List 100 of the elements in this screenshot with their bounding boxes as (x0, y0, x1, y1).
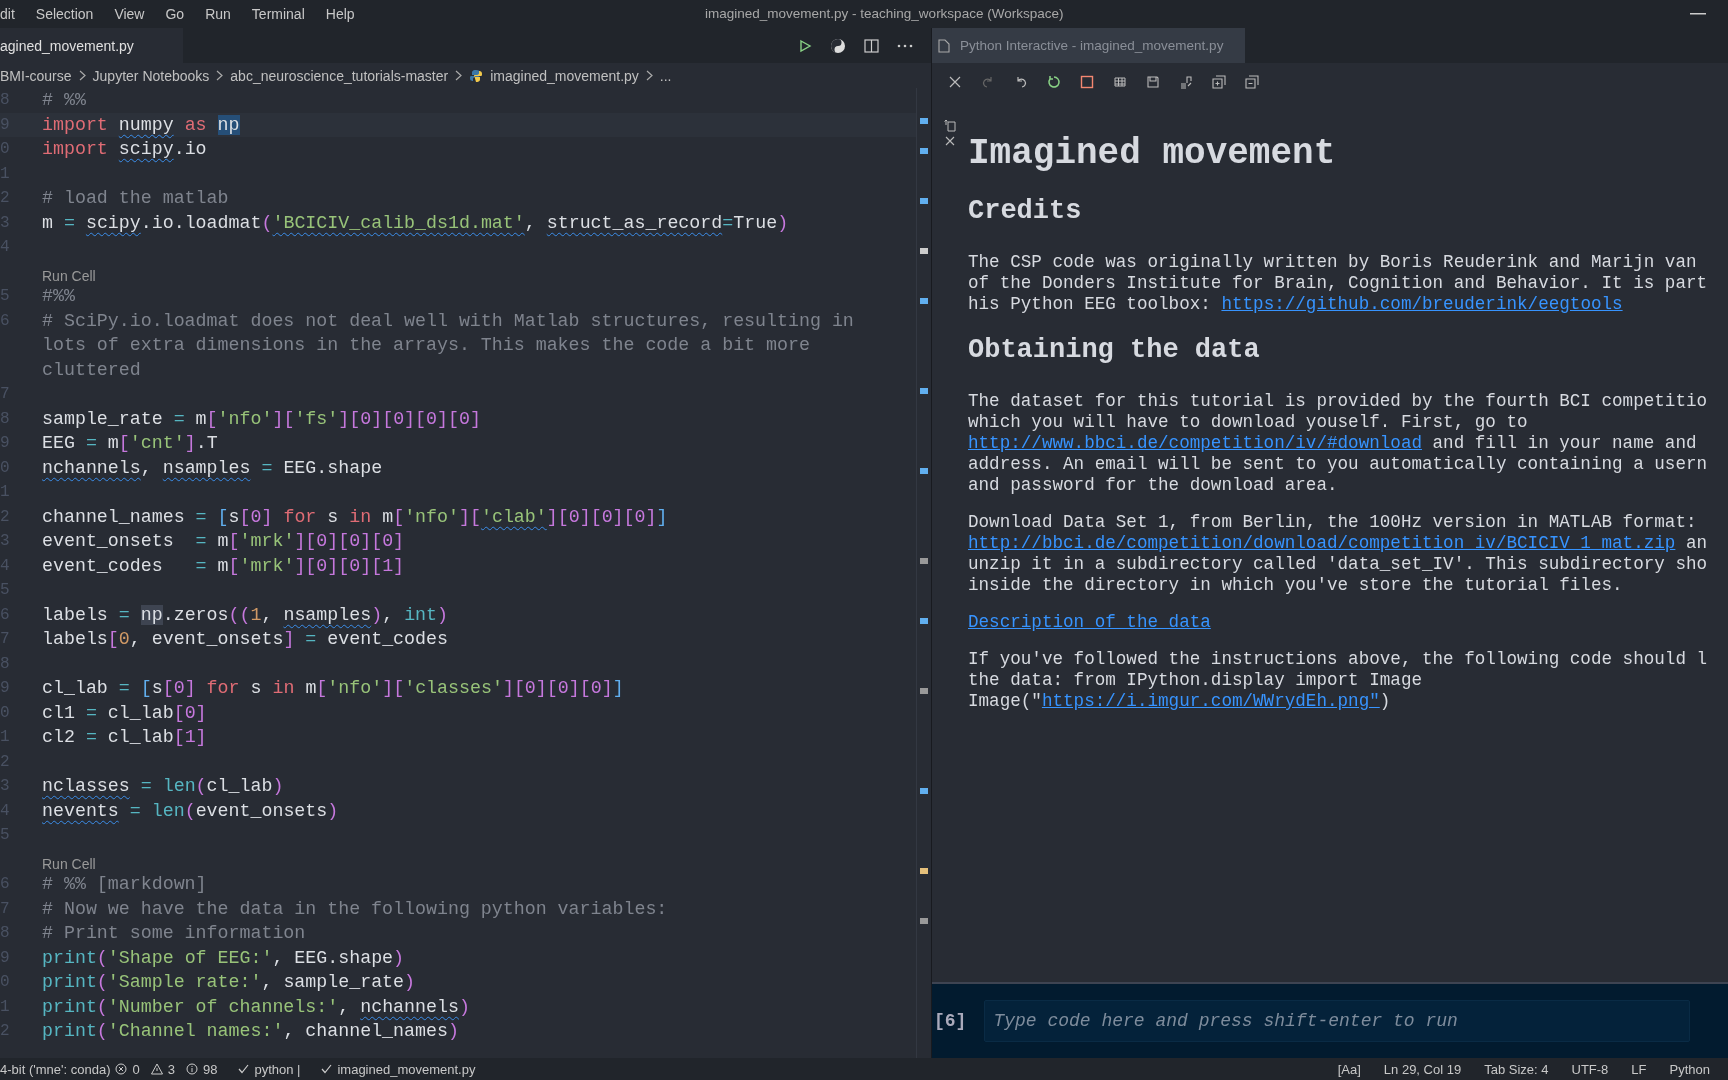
code-line: # Print some information (42, 923, 306, 944)
more-icon[interactable] (897, 43, 913, 48)
code-line: # %% [markdown] (42, 874, 207, 895)
markdown-paragraph: The dataset for this tutorial is provided by the fourth BCI competitio which you will have to download youself. First, go to http://www.bbci.de/competition/iv/#download and fill in your name and address. An email will be sent to you automatically containing a usern and password for the download area. (968, 391, 1709, 496)
code-line: channel_names = [s[0] for s in m['nfo']['clab'][0][0][0]] (42, 506, 668, 527)
run-icon[interactable] (798, 38, 812, 53)
check-icon (238, 1064, 250, 1074)
status-item[interactable]: Python (1669, 1061, 1710, 1077)
code-line: lots of extra dimensions in the arrays. This makes the code a bit more (42, 335, 810, 356)
run-cell-link[interactable]: Run Cell (42, 856, 96, 872)
breadcrumb-item[interactable]: ... (659, 67, 672, 84)
code-line: print('Channel names:', channel_names) (42, 1021, 459, 1042)
chevron-icon (216, 70, 224, 81)
expand-all-icon[interactable] (1212, 75, 1226, 89)
split-editor-icon[interactable] (864, 38, 879, 53)
yin-yang-icon[interactable] (830, 37, 846, 54)
markdown-paragraph: If you've followed the instructions above, the following code should l the data: from IPython.display import Image Image("https://i.imgur.com/WWrydEh.png") (968, 649, 1709, 712)
code-line: import numpy as np (42, 114, 240, 135)
link[interactable]: http://bbci.de/competition/download/competition_iv/BCICIV_1_mat.zip (968, 533, 1676, 553)
markdown-paragraph: The CSP code was originally written by Boris Reuderink and Marijn van of the Donders Institute for Brain, Cognition and Behavior. It is part his Python EEG toolbox: https://github.com/breuderink/eegtools (968, 252, 1709, 315)
code-line: nevents = len(event_onsets) (42, 800, 339, 821)
run-cell-link[interactable]: Run Cell (42, 268, 96, 284)
restart-icon[interactable] (1047, 75, 1061, 89)
markdown-subheading: Credits (968, 196, 1083, 226)
delete-cell-icon[interactable] (945, 136, 955, 146)
code-line: # load the matlab (42, 188, 229, 209)
editor-tab[interactable]: agined_movement.py (0, 28, 183, 63)
interpreter-label[interactable]: 4-bit ('mne': conda) (0, 1061, 111, 1077)
save-icon[interactable] (1146, 75, 1160, 89)
menu-item[interactable]: Go (165, 6, 185, 22)
markdown-subheading: Obtaining the data (968, 335, 1261, 365)
minimize-icon[interactable] (1690, 13, 1706, 15)
menu-item[interactable]: Help (325, 6, 355, 22)
code-line: # SciPy.io.loadmat does not deal well with Matlab structures, resulting in (42, 310, 854, 331)
status-item[interactable]: Ln 29, Col 19 (1383, 1061, 1462, 1077)
code-line: labels = np.zeros((1, nsamples), int) (42, 604, 449, 625)
linter-status[interactable]: imagined_movement.py (337, 1061, 476, 1077)
chevron-icon (645, 70, 653, 81)
info-icon[interactable] (185, 1063, 198, 1075)
code-line: print('Shape of EEG:', EEG.shape) (42, 947, 405, 968)
warning-icon[interactable] (150, 1063, 163, 1075)
code-line: m = scipy.io.loadmat('BCICIV_calib_ds1d.mat', struct_as_record=True) (42, 212, 789, 233)
close-icon[interactable] (948, 75, 962, 89)
chevron-icon (455, 70, 463, 81)
menu-item[interactable]: Selection (35, 6, 94, 22)
breadcrumb-item[interactable]: abc_neuroscience_tutorials-master (230, 67, 449, 84)
file-icon (938, 38, 950, 53)
menu-item[interactable]: dit (0, 6, 15, 22)
code-line: cl2 = cl_lab[1] (42, 727, 207, 748)
status-item[interactable]: LF (1631, 1061, 1647, 1077)
code-line: nchannels, nsamples = EEG.shape (42, 457, 383, 478)
undo-icon[interactable] (1014, 75, 1028, 89)
cell-prompt: [6] (934, 1011, 967, 1031)
code-line: cl1 = cl_lab[0] (42, 702, 207, 723)
code-line: labels[0, event_onsets] = event_codes (42, 629, 448, 650)
markdown-heading: Imagined movement (968, 133, 1337, 174)
breadcrumb-item[interactable]: imagined_movement.py (490, 67, 639, 84)
python-icon (469, 68, 484, 83)
breadcrumb-item[interactable]: Jupyter Notebooks (92, 67, 210, 84)
code-line: event_codes = m['mrk'][0][0][1] (42, 555, 405, 576)
interactive-tab[interactable]: Python Interactive - imagined_movement.py (932, 28, 1246, 63)
code-line: #%% (42, 286, 75, 307)
code-line: print('Sample rate:', sample_rate) (42, 972, 416, 993)
link[interactable]: https://github.com/breuderink/eegtools (1221, 294, 1623, 314)
stop-icon[interactable] (1080, 75, 1094, 89)
info-count[interactable]: 98 (202, 1061, 218, 1077)
linter-status[interactable]: python | (254, 1061, 301, 1077)
link[interactable]: https://i.imgur.com/WWrydEh.png" (1041, 691, 1380, 711)
error-icon[interactable] (115, 1063, 128, 1075)
status-item[interactable]: [Aa] (1337, 1061, 1361, 1077)
collapse-all-icon[interactable] (1245, 75, 1259, 89)
code-line: # Now we have the data in the following python variables: (42, 898, 668, 919)
link[interactable]: http://www.bbci.de/competition/iv/#download (968, 433, 1422, 453)
code-line: # %% (42, 90, 86, 111)
code-line: print('Number of channels:', nchannels) (42, 996, 470, 1017)
code-line: event_onsets = m['mrk'][0][0][0] (42, 531, 405, 552)
warning-count[interactable]: 3 (167, 1061, 175, 1077)
chevron-icon (78, 70, 86, 81)
goto-cell-icon[interactable] (943, 119, 957, 132)
export-icon[interactable] (1179, 75, 1193, 89)
table-icon[interactable] (1113, 75, 1127, 89)
code-line: EEG = m['cnt'].T (42, 433, 218, 454)
code-line: cl_lab = [s[0] for s in m['nfo']['classes'][0][0][0]] (42, 678, 624, 699)
menu-item[interactable]: Terminal (251, 6, 305, 22)
redo-icon[interactable] (981, 75, 995, 89)
window-title: imagined_movement.py - teaching_workspace (Workspace) (705, 6, 1064, 21)
menu-item[interactable]: Run (205, 6, 231, 22)
error-count[interactable]: 0 (132, 1061, 140, 1077)
code-input-field[interactable]: Type code here and press shift-enter to run (984, 1000, 1690, 1042)
code-line: cluttered (42, 359, 141, 380)
status-item[interactable]: Tab Size: 4 (1484, 1061, 1549, 1077)
code-line: nclasses = len(cl_lab) (42, 776, 284, 797)
check-icon (321, 1064, 333, 1074)
code-line: sample_rate = m['nfo']['fs'][0][0][0][0] (42, 408, 481, 429)
markdown-paragraph: Download Data Set 1, from Berlin, the 100Hz version in MATLAB format: http://bbci.de/competition/download/competition_iv/BCICIV_1_mat.zip an unzip it in a subdirectory called 'data_set_IV'. This subdirectory sho inside the directory in which you've store the tutorial files. (968, 512, 1709, 596)
link[interactable]: Description of the data (968, 612, 1211, 633)
menu-item[interactable]: View (114, 6, 145, 22)
code-line: import scipy.io (42, 139, 207, 160)
status-item[interactable]: UTF-8 (1571, 1061, 1609, 1077)
breadcrumb-item[interactable]: BMI-course (0, 67, 72, 84)
